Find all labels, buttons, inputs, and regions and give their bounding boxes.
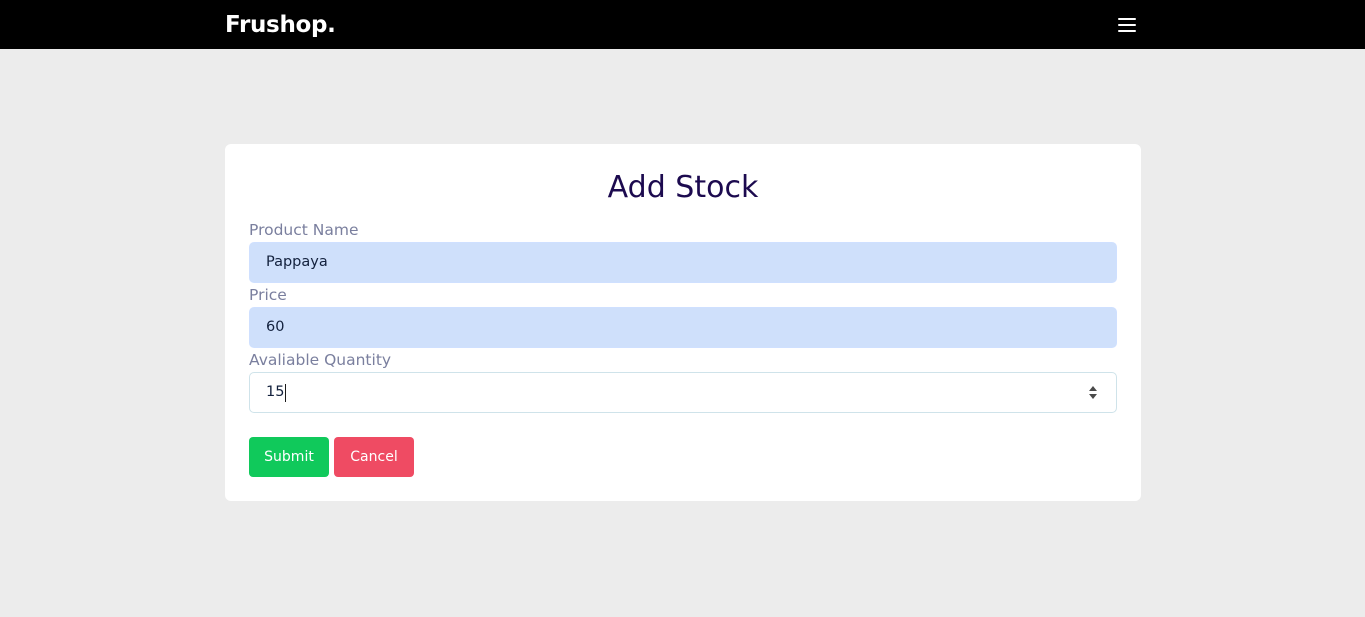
- add-stock-card: Add Stock Product Name Pappaya Price 60 …: [225, 144, 1141, 501]
- quantity-value: 15: [266, 384, 285, 400]
- quantity-input[interactable]: 15: [249, 372, 1117, 413]
- stepper-down-icon[interactable]: [1089, 394, 1097, 399]
- product-name-input[interactable]: Pappaya: [249, 242, 1117, 283]
- page-title: Add Stock: [607, 170, 759, 205]
- submit-button[interactable]: Submit: [249, 437, 329, 477]
- cancel-button[interactable]: Cancel: [334, 437, 414, 477]
- product-name-label: Product Name: [249, 221, 359, 239]
- quantity-label: Avaliable Quantity: [249, 351, 392, 369]
- top-navbar: Frushop.: [0, 0, 1365, 49]
- price-input[interactable]: 60: [249, 307, 1117, 348]
- brand-logo[interactable]: Frushop.: [225, 10, 336, 40]
- quantity-stepper[interactable]: [1087, 384, 1099, 402]
- hamburger-menu-icon[interactable]: [1113, 13, 1141, 37]
- product-name-value: Pappaya: [266, 254, 328, 270]
- price-value: 60: [266, 319, 285, 335]
- text-caret: [285, 383, 287, 402]
- stepper-up-icon[interactable]: [1089, 386, 1097, 391]
- price-label: Price: [249, 286, 287, 304]
